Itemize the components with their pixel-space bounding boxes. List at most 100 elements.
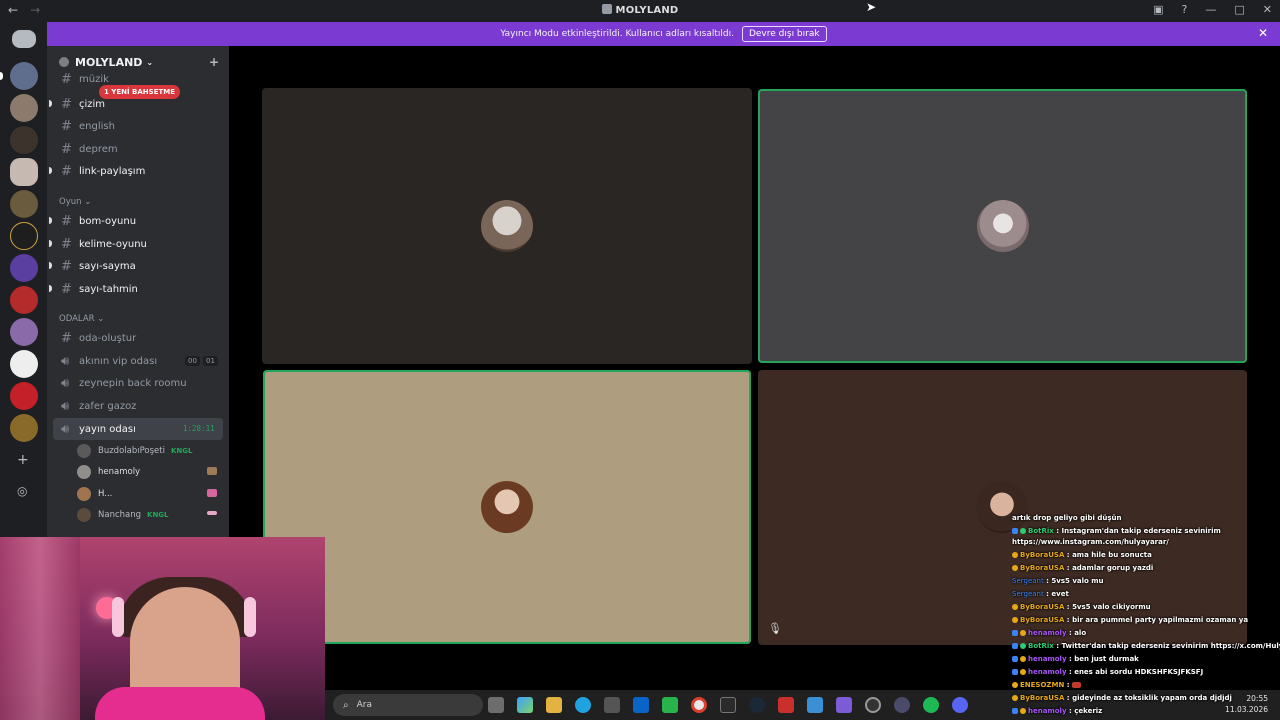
badge-icon	[1020, 528, 1026, 534]
invite-people-icon[interactable]: +	[209, 55, 219, 69]
channel-sayi-tahmin[interactable]: # sayı-tahmin	[49, 278, 223, 300]
channel-bom-oyunu[interactable]: # bom-oyunu	[49, 210, 223, 232]
server-icon[interactable]	[10, 350, 38, 378]
participant-tile[interactable]	[262, 88, 752, 364]
chrome-icon[interactable]	[691, 697, 707, 713]
chat-user: henamoly	[1028, 655, 1067, 663]
discord-home-icon[interactable]	[12, 30, 36, 48]
widgets-icon[interactable]	[517, 697, 533, 713]
chat-text: 5vs5 valo cikiyormu	[1072, 603, 1151, 611]
app-icon[interactable]	[836, 697, 852, 713]
chat-text: adamlar gorup yazdi	[1072, 564, 1154, 572]
badge-icon	[1012, 617, 1018, 623]
voice-channel-akinin-vip-odasi[interactable]: 🔊︎ akının vip odası 00 01	[53, 350, 223, 372]
channel-label: bom-oyunu	[79, 215, 137, 227]
channel-link-paylasim[interactable]: # link-paylaşım	[49, 160, 223, 182]
voice-user[interactable]: Nanchang KNGL	[77, 505, 169, 525]
badge-icon	[1012, 643, 1018, 649]
chat-text: bir ara pummel party yapilmazmi ozaman y…	[1072, 616, 1249, 624]
server-icon[interactable]	[10, 318, 38, 346]
channel-english[interactable]: # english	[53, 115, 223, 137]
app-icon[interactable]	[807, 697, 823, 713]
user-name: henamoly	[98, 467, 141, 477]
discord-icon[interactable]	[952, 697, 968, 713]
chat-text: artık drop geliyo gibi düşün	[1012, 514, 1122, 522]
background-curtain	[0, 537, 80, 720]
title-bar: ← → MOLYLAND ▣ ? — □ ✕	[0, 0, 1280, 22]
server-icon[interactable]	[10, 382, 38, 410]
molyland-server-icon[interactable]	[10, 158, 38, 186]
server-icon[interactable]	[10, 254, 38, 282]
server-icon[interactable]	[10, 190, 38, 218]
maximize-icon[interactable]: □	[1234, 3, 1244, 16]
store-icon[interactable]	[604, 697, 620, 713]
voice-channel-zafer-gazoz[interactable]: 🔊︎ zafer gazoz	[53, 395, 223, 417]
server-icon[interactable]	[10, 94, 38, 122]
voice-user[interactable]: H...	[77, 484, 112, 504]
badge-icon	[1020, 656, 1026, 662]
chat-text: alo	[1074, 629, 1087, 637]
headphone-right	[244, 597, 256, 637]
chat-user: henamoly	[1028, 668, 1067, 676]
channel-label: çizim	[79, 98, 106, 110]
close-banner-icon[interactable]: ✕	[1258, 26, 1268, 40]
help-icon[interactable]: ?	[1182, 3, 1188, 16]
channel-kelime-oyunu[interactable]: # kelime-oyunu	[49, 233, 223, 255]
category-oyun[interactable]: Oyun ⌄	[59, 197, 91, 207]
avatar	[77, 444, 91, 458]
participant-tile[interactable]	[263, 370, 751, 644]
outlook-icon[interactable]	[633, 697, 649, 713]
streamer-shirt	[95, 687, 265, 720]
channel-muzik[interactable]: # müzik	[53, 72, 223, 86]
badge-icon	[1012, 552, 1018, 558]
task-view-icon[interactable]	[488, 697, 504, 713]
obs-icon[interactable]	[865, 697, 881, 713]
voice-user[interactable]: BuzdolabıPoşeti KNGL	[77, 441, 192, 461]
voice-channel-zeynepin-back-roomu[interactable]: 🔊︎ zeynepin back roomu	[53, 372, 223, 394]
category-label: ODALAR	[59, 314, 95, 324]
user-limit: 01	[203, 356, 218, 366]
server-icon[interactable]	[10, 286, 38, 314]
chat-message: artık drop geliyo gibi düşün	[1012, 514, 1121, 522]
server-icon	[601, 4, 612, 14]
app-icon[interactable]	[662, 697, 678, 713]
inbox-icon[interactable]: ▣	[1153, 3, 1163, 16]
server-rail: + ◎	[0, 22, 47, 542]
channel-deprem[interactable]: # deprem	[53, 138, 223, 160]
chat-user: ByBoraUSA	[1020, 616, 1065, 624]
chat-user: ByBoraUSA	[1020, 694, 1065, 702]
server-icon[interactable]	[10, 62, 38, 90]
voice-user[interactable]: henamoly	[77, 462, 140, 482]
disable-streamer-mode-button[interactable]: Devre dışı bırak	[741, 26, 827, 42]
channel-cizim[interactable]: # çizim	[49, 93, 223, 115]
server-icon[interactable]	[10, 414, 38, 442]
voice-channel-yayin-odasi[interactable]: 🔊︎ yayın odası 1:28:11	[53, 418, 223, 440]
minimize-icon[interactable]: —	[1205, 3, 1216, 16]
channel-label: kelime-oyunu	[79, 238, 147, 250]
channel-label: yayın odası	[79, 423, 136, 435]
app-icon[interactable]	[778, 697, 794, 713]
channel-oda-olustur[interactable]: # oda-oluştur	[53, 327, 223, 349]
server-icon[interactable]	[10, 222, 38, 250]
taskbar-search[interactable]: ⌕ Ara	[333, 694, 483, 716]
badge-icon	[1012, 695, 1018, 701]
headphone-left	[112, 597, 124, 637]
chat-message: henamoly : alo	[1012, 629, 1086, 637]
spotify-icon[interactable]	[923, 697, 939, 713]
server-icon[interactable]	[10, 126, 38, 154]
epic-games-icon[interactable]	[720, 697, 736, 713]
webcam-overlay	[0, 537, 325, 720]
file-explorer-icon[interactable]	[546, 697, 562, 713]
close-icon[interactable]: ✕	[1263, 3, 1272, 16]
avatar	[77, 508, 91, 522]
participant-tile[interactable]	[758, 89, 1247, 363]
channel-sayi-sayma[interactable]: # sayı-sayma	[49, 255, 223, 277]
category-odalar[interactable]: ODALAR ⌄	[59, 314, 104, 324]
edge-icon[interactable]	[575, 697, 591, 713]
add-server-icon[interactable]: +	[17, 452, 29, 468]
discover-icon[interactable]: ◎	[17, 484, 27, 498]
app-icon[interactable]	[894, 697, 910, 713]
window-title: MOLYLAND	[0, 4, 1280, 16]
badge-icon	[1012, 708, 1018, 714]
steam-icon[interactable]	[749, 697, 765, 713]
